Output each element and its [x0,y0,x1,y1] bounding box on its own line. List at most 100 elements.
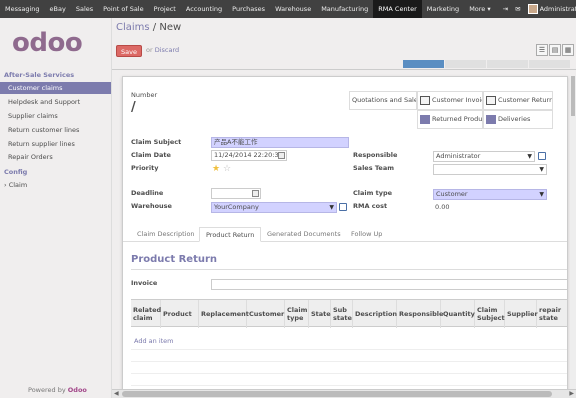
menu-marketing[interactable]: Marketing [422,0,464,18]
menu-manufacturing[interactable]: Manufacturing [316,0,373,18]
sidebar-item-helpdesk[interactable]: Helpdesk and Support [0,96,111,108]
avatar [527,4,538,14]
powered-by[interactable]: Powered by Odoo [28,386,87,394]
menu-more[interactable]: More ▾ [464,0,495,18]
returned-products-button[interactable]: Returned Products [417,110,483,129]
deadline-label: Deadline [131,189,164,197]
customer-returns-button[interactable]: Customer Returns [483,91,553,110]
claim-type-value: Customer [436,190,468,198]
column-header[interactable]: Customer [247,300,285,328]
sales-team-field[interactable]: ▼ [433,164,547,175]
truck-icon [420,114,430,124]
responsible-field[interactable]: Administrator ▼ [433,151,535,162]
sidebar-item-claim[interactable]: › Claim [0,179,111,191]
list-view-icon[interactable]: ☰ [536,44,548,56]
calendar-icon[interactable] [278,152,285,159]
notebook-tabs: Claim Description Product Return Generat… [123,225,567,242]
chevron-down-icon: ▼ [539,166,544,173]
scroll-left-icon[interactable]: ◀ [114,390,119,397]
sidebar-section-after-sale: After-Sale Services [4,71,75,79]
menu-sales[interactable]: Sales [71,0,98,18]
horizontal-scrollbar[interactable]: ◀ ▶ [112,389,576,398]
discard-button[interactable]: Discard [155,46,179,54]
sidebar-item-return-supplier-lines[interactable]: Return supplier lines [0,138,111,150]
sidebar-item-return-customer-lines[interactable]: Return customer lines [0,124,111,136]
user-name: Administrator [539,5,576,13]
column-header[interactable]: Related claim [131,300,161,328]
customer-invoices-button[interactable]: Customer Invoices [417,91,483,110]
claim-type-select[interactable]: Customer ▼ [433,189,547,200]
deliveries-label: Deliveries [498,115,531,123]
sidebar-item-repair-orders[interactable]: Repair Orders [0,151,111,163]
tab-product-return[interactable]: Product Return [199,227,262,242]
column-header[interactable]: Claim type [285,300,309,328]
column-header[interactable]: Sub state [331,300,353,328]
edit-icon [486,95,496,105]
vertical-scrollbar[interactable] [570,76,576,389]
column-header[interactable]: Responsible [397,300,443,328]
sidebar-item-customer-claims[interactable]: Customer claims [0,82,111,94]
calendar-icon[interactable] [252,190,259,197]
menu-point-of-sale[interactable]: Point of Sale [98,0,148,18]
menu-rma-center[interactable]: RMA Center [373,0,422,18]
priority-star-icon[interactable]: ☆ [223,164,231,174]
tab-claim-description[interactable]: Claim Description [131,227,201,242]
calendar-view-icon[interactable]: ▦ [562,44,574,56]
chevron-down-icon: ▾ [487,5,491,13]
column-header[interactable]: Replacement [199,300,249,328]
form-view-icon[interactable]: ▤ [549,44,561,56]
table-row [131,361,567,362]
deadline-field[interactable] [211,188,261,199]
top-navbar: Messaging eBay Sales Point of Sale Proje… [0,0,576,18]
table-header: Related claim Product Replacement Custom… [131,299,567,328]
quotations-and-sales-button[interactable]: Quotations and Sales [349,91,417,110]
odoo-logo[interactable]: odoo [12,28,83,58]
warehouse-field[interactable]: YourCompany ▼ [211,202,337,213]
scroll-right-icon[interactable]: ▶ [569,390,574,397]
number-label: Number [131,91,158,99]
status-step[interactable] [487,60,528,68]
column-header[interactable]: Quantity [441,300,475,328]
tab-generated-documents[interactable]: Generated Documents [261,227,347,242]
column-header[interactable]: Product [161,300,199,328]
save-button[interactable]: Save [116,45,142,57]
status-step[interactable] [403,60,444,68]
user-menu[interactable]: Administrator ▾ [527,4,576,14]
menu-purchases[interactable]: Purchases [227,0,270,18]
customer-invoices-label: Customer Invoices [432,96,482,104]
menu-messaging[interactable]: Messaging [0,0,45,18]
table-row [131,349,567,350]
deliveries-button[interactable]: Deliveries [483,110,553,129]
discard-area: or Discard [146,46,179,54]
priority-label: Priority [131,164,159,172]
column-header[interactable]: Supplier [505,300,538,328]
scrollbar-thumb[interactable] [122,391,552,397]
menu-accounting[interactable]: Accounting [181,0,227,18]
status-step[interactable] [445,60,486,68]
claim-date-field[interactable]: 11/24/2014 22:20:30 [211,150,287,161]
breadcrumb-claims[interactable]: Claims [116,22,150,33]
menu-ebay[interactable]: eBay [45,0,71,18]
column-header[interactable]: State [309,300,331,328]
external-link-icon[interactable] [339,203,347,211]
column-header[interactable]: Description [353,300,397,328]
chat-icon[interactable]: ✉ [515,5,520,13]
status-step[interactable] [529,60,570,68]
invoice-field[interactable] [211,279,567,290]
sidebar-item-supplier-claims[interactable]: Supplier claims [0,110,111,122]
chevron-down-icon: ▼ [527,153,532,160]
menu-project[interactable]: Project [149,0,181,18]
tab-follow-up[interactable]: Follow Up [345,227,388,242]
priority-star-icon[interactable]: ★ [212,164,220,174]
login-icon[interactable]: ⇥ [503,5,508,13]
column-header[interactable]: repair state [537,300,567,328]
truck-icon [486,114,496,124]
external-link-icon[interactable] [538,152,546,160]
customer-returns-label: Customer Returns [498,96,553,104]
menu-warehouse[interactable]: Warehouse [270,0,316,18]
scrollbar-thumb[interactable] [571,76,575,116]
claim-subject-field[interactable]: 产品A不能工作 [211,137,349,148]
column-header[interactable]: Claim Subject [475,300,505,328]
add-item-link[interactable]: Add an item [134,337,174,345]
number-value: / [131,100,136,115]
